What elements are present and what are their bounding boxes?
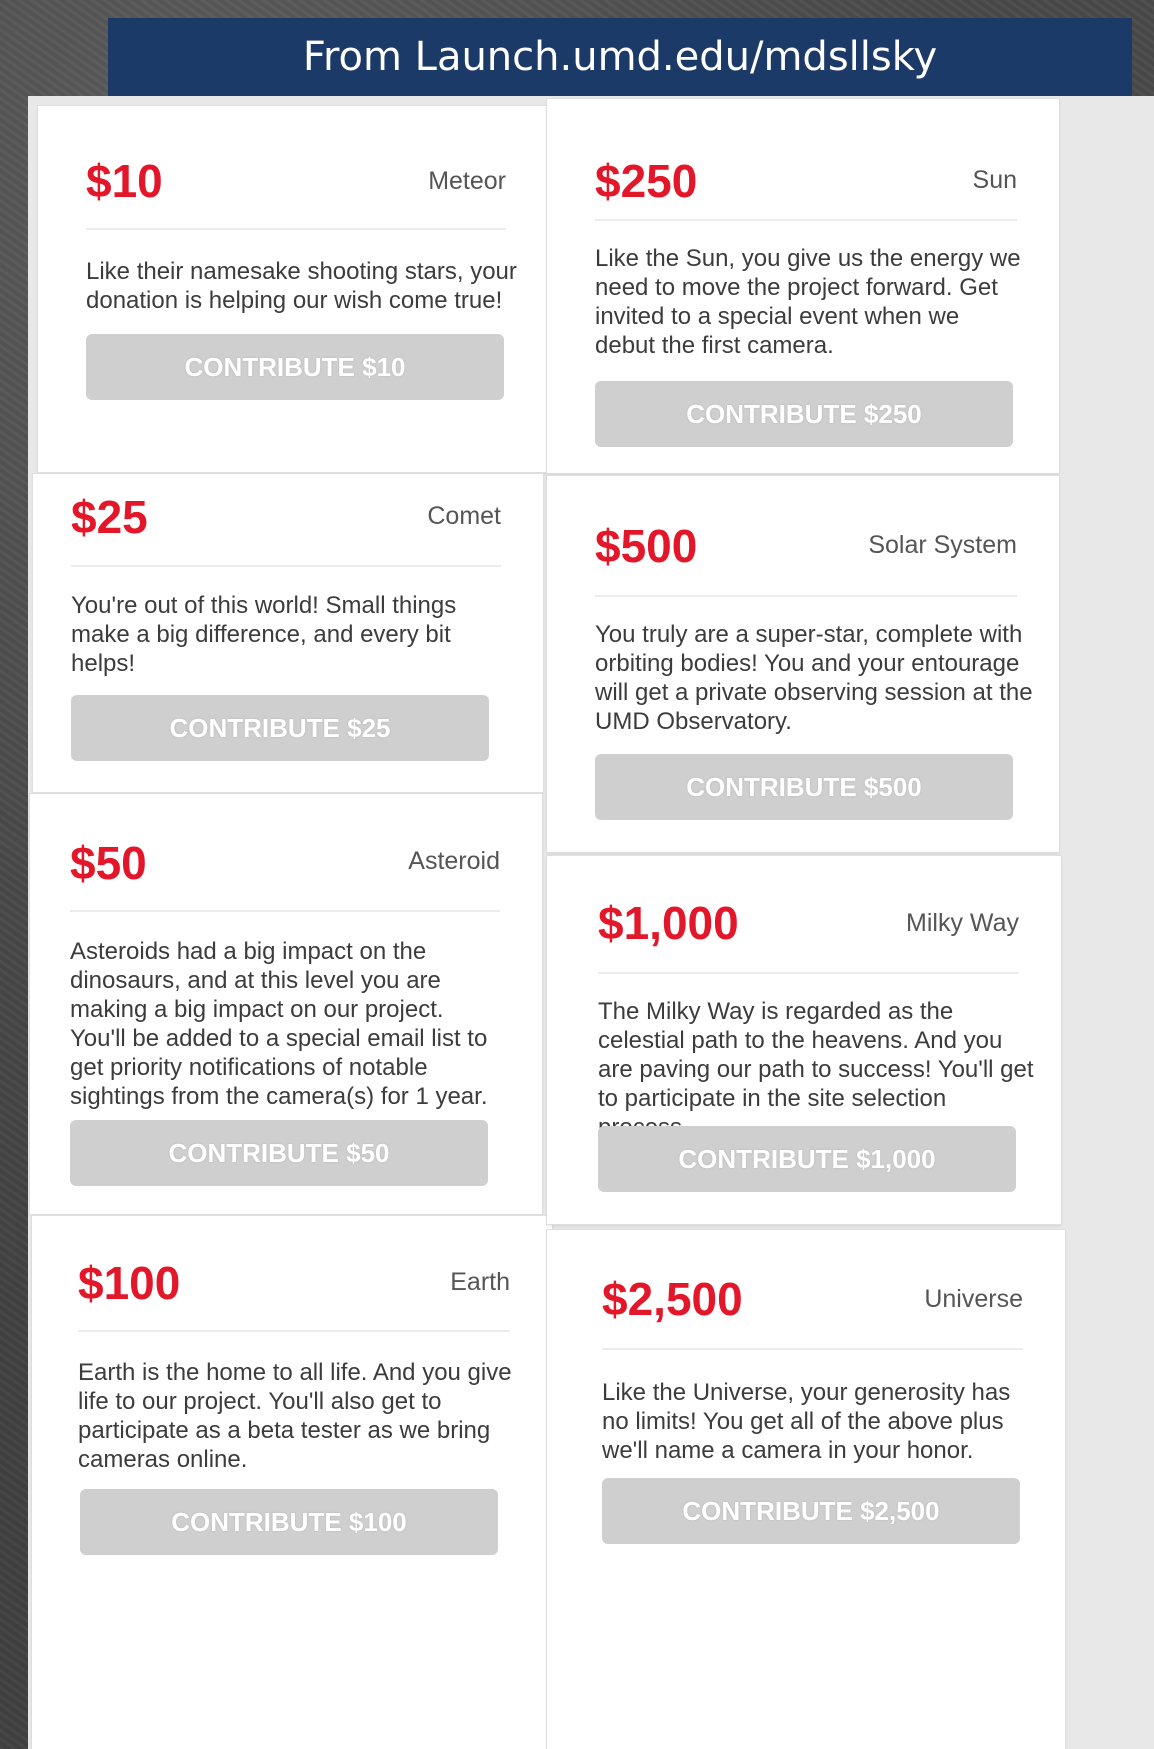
card-divider xyxy=(86,228,506,230)
contribute-25-button[interactable]: CONTRIBUTE $25 xyxy=(71,695,489,761)
reward-price: $1,000 xyxy=(598,897,739,949)
reward-description: You truly are a super-star, complete wit… xyxy=(595,621,1033,735)
reward-price: $500 xyxy=(595,520,698,572)
card-divider xyxy=(602,1348,1023,1350)
contribute-100-button[interactable]: CONTRIBUTE $100 xyxy=(80,1489,498,1555)
contribute-50-button[interactable]: CONTRIBUTE $50 xyxy=(70,1120,488,1186)
reward-description: Asteroids had a big impact on the dinosa… xyxy=(70,938,488,1110)
reward-tier-name: Milky Way xyxy=(906,909,1019,937)
reward-card-milky-way: $1,000 Milky Way The Milky Way is regard… xyxy=(547,856,1061,1224)
contribute-250-button[interactable]: CONTRIBUTE $250 xyxy=(595,381,1013,447)
card-divider xyxy=(78,1330,510,1332)
contribute-2500-button[interactable]: CONTRIBUTE $2,500 xyxy=(602,1478,1020,1544)
reward-description: Earth is the home to all life. And you g… xyxy=(78,1359,512,1473)
reward-card-comet: $25 Comet You're out of this world! Smal… xyxy=(33,474,543,792)
source-banner: From Launch.umd.edu/mdsllsky xyxy=(108,18,1132,96)
reward-tier-name: Earth xyxy=(450,1268,510,1296)
reward-price: $2,500 xyxy=(602,1273,743,1325)
reward-card-earth: $100 Earth Earth is the home to all life… xyxy=(32,1216,552,1749)
reward-description: The Milky Way is regarded as the celesti… xyxy=(598,998,1034,1141)
reward-tier-name: Sun xyxy=(972,166,1017,194)
reward-description: You're out of this world! Small things m… xyxy=(71,592,457,677)
reward-tier-name: Solar System xyxy=(868,531,1017,559)
contribute-1000-button[interactable]: CONTRIBUTE $1,000 xyxy=(598,1126,1016,1192)
card-divider xyxy=(598,972,1019,974)
reward-price: $25 xyxy=(71,491,148,543)
reward-price: $10 xyxy=(86,155,163,207)
reward-card-solar-system: $500 Solar System You truly are a super-… xyxy=(547,476,1059,852)
rewards-panel: $10 Meteor Like their namesake shooting … xyxy=(28,96,1154,1749)
reward-description: Like their namesake shooting stars, your… xyxy=(86,258,517,314)
reward-description: Like the Sun, you give us the energy we … xyxy=(595,245,1021,359)
contribute-10-button[interactable]: CONTRIBUTE $10 xyxy=(86,334,504,400)
reward-description: Like the Universe, your generosity has n… xyxy=(602,1379,1011,1464)
contribute-500-button[interactable]: CONTRIBUTE $500 xyxy=(595,754,1013,820)
reward-card-asteroid: $50 Asteroid Asteroids had a big impact … xyxy=(30,794,542,1214)
reward-card-sun: $250 Sun Like the Sun, you give us the e… xyxy=(547,99,1059,473)
card-divider xyxy=(595,219,1017,221)
reward-price: $250 xyxy=(595,155,698,207)
reward-card-meteor: $10 Meteor Like their namesake shooting … xyxy=(38,106,548,472)
card-divider xyxy=(70,910,500,912)
reward-card-universe: $2,500 Universe Like the Universe, your … xyxy=(547,1230,1065,1749)
reward-tier-name: Comet xyxy=(427,502,501,530)
reward-tier-name: Asteroid xyxy=(408,847,500,875)
reward-price: $100 xyxy=(78,1257,181,1309)
reward-tier-name: Universe xyxy=(924,1285,1023,1313)
card-divider xyxy=(595,595,1017,597)
reward-price: $50 xyxy=(70,837,147,889)
reward-tier-name: Meteor xyxy=(428,167,506,195)
card-divider xyxy=(71,565,501,567)
